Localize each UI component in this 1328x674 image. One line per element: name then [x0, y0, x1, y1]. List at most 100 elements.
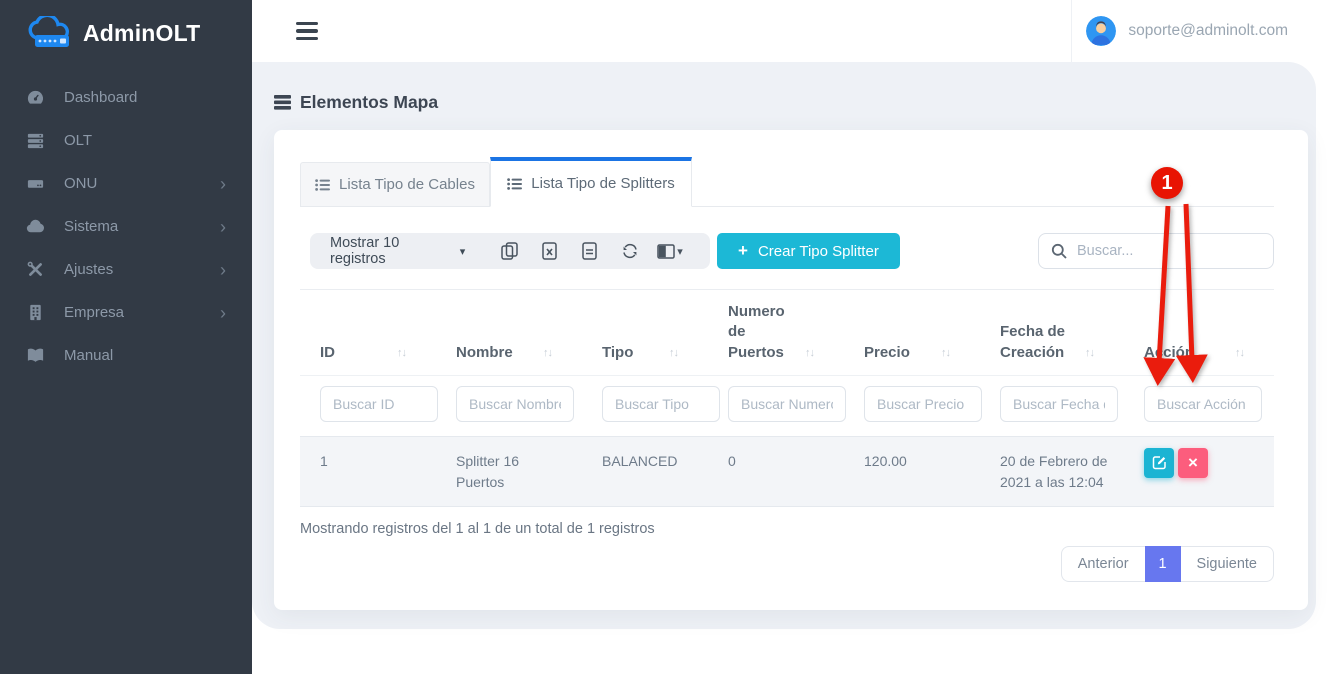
page-title: Elementos Mapa	[274, 92, 438, 113]
sort-icon[interactable]: ↑↓	[543, 346, 552, 363]
tab-label: Lista Tipo de Cables	[339, 176, 475, 193]
pagination-previous-button[interactable]: Anterior	[1061, 546, 1145, 582]
sidebar-item-label: Manual	[64, 347, 226, 364]
brand-logo[interactable]: AdminOLT	[0, 0, 252, 50]
filter-fecha-input[interactable]	[1000, 386, 1118, 422]
tab-bar: Lista Tipo de Cables Lista Tipo de Split…	[300, 157, 1274, 207]
caret-down-icon: ▾	[460, 245, 466, 258]
sidebar-item-onu[interactable]: ONU ›	[0, 162, 252, 205]
sort-icon[interactable]: ↑↓	[1085, 346, 1094, 363]
column-header-fecha[interactable]: Fecha de Creación↑↓	[980, 310, 1124, 375]
elements-icon	[274, 95, 291, 110]
refresh-icon[interactable]	[610, 242, 650, 260]
chevron-right-icon: ›	[220, 218, 226, 236]
cell-id: 1	[300, 437, 436, 506]
filter-nombre-input[interactable]	[456, 386, 574, 422]
sidebar-nav: Dashboard OLT ONU › Sistema ›	[0, 76, 252, 377]
create-splitter-label: Crear Tipo Splitter	[758, 243, 879, 260]
columns-icon[interactable]: ▾	[650, 244, 690, 259]
toolbar-group: Mostrar 10 registros ▾	[310, 233, 710, 269]
excel-file-icon[interactable]	[529, 242, 569, 260]
user-email: soporte@adminolt.com	[1128, 22, 1288, 40]
building-icon	[25, 303, 45, 323]
column-header-puertos[interactable]: Numero de Puertos↑↓	[708, 290, 844, 375]
chevron-right-icon: ›	[220, 261, 226, 279]
sidebar-item-dashboard[interactable]: Dashboard	[0, 76, 252, 119]
filter-accion-input[interactable]	[1144, 386, 1262, 422]
chevron-right-icon: ›	[220, 304, 226, 322]
document-icon[interactable]	[570, 242, 610, 260]
filter-puertos-input[interactable]	[728, 386, 846, 422]
sidebar-item-label: Sistema	[64, 218, 220, 235]
annotation-badge-1: 1	[1151, 167, 1183, 199]
cell-precio: 120.00	[844, 437, 980, 506]
close-x-icon: ×	[1188, 454, 1198, 471]
edit-pencil-icon	[1152, 455, 1167, 470]
cell-nombre: Splitter 16 Puertos	[436, 437, 582, 506]
cell-tipo: BALANCED	[582, 437, 708, 506]
cell-puertos: 0	[708, 437, 844, 506]
main-area: soporte@adminolt.com Elementos Mapa List	[252, 0, 1328, 674]
tab-lista-tipo-splitters[interactable]: Lista Tipo de Splitters	[490, 157, 692, 207]
sort-icon[interactable]: ↑↓	[1235, 346, 1244, 363]
search-input[interactable]	[1077, 243, 1264, 259]
user-menu[interactable]: soporte@adminolt.com	[1071, 0, 1328, 62]
filter-id-input[interactable]	[320, 386, 438, 422]
sort-icon[interactable]: ↑↓	[397, 346, 406, 363]
search-icon	[1051, 243, 1067, 259]
chevron-right-icon: ›	[220, 175, 226, 193]
list-icon	[507, 178, 522, 190]
column-header-precio[interactable]: Precio↑↓	[844, 331, 980, 375]
delete-button[interactable]: ×	[1178, 448, 1208, 478]
sidebar-item-ajustes[interactable]: Ajustes ›	[0, 248, 252, 291]
filter-tipo-input[interactable]	[602, 386, 720, 422]
show-entries-dropdown[interactable]: Mostrar 10 registros ▾	[330, 235, 465, 267]
sidebar-item-label: ONU	[64, 175, 220, 192]
edit-button[interactable]	[1144, 448, 1174, 478]
table-header-row: ID↑↓ Nombre↑↓ Tipo↑↓ Numero de Puertos↑↓…	[300, 289, 1274, 376]
app-window: AdminOLT Dashboard OLT ONU ›	[0, 0, 1328, 674]
column-header-id[interactable]: ID↑↓	[300, 331, 436, 375]
device-icon	[25, 174, 45, 194]
pagination-next-button[interactable]: Siguiente	[1181, 546, 1274, 582]
pagination-page-1[interactable]: 1	[1145, 546, 1181, 582]
list-icon	[315, 179, 330, 191]
sidebar-item-label: OLT	[64, 132, 226, 149]
column-header-nombre[interactable]: Nombre↑↓	[436, 331, 582, 375]
top-header: soporte@adminolt.com	[252, 0, 1328, 62]
sort-icon[interactable]: ↑↓	[669, 346, 678, 363]
cloud-icon	[25, 217, 45, 237]
sidebar-item-empresa[interactable]: Empresa ›	[0, 291, 252, 334]
sidebar-item-label: Ajustes	[64, 261, 220, 278]
sort-icon[interactable]: ↑↓	[805, 346, 814, 363]
sidebar: AdminOLT Dashboard OLT ONU ›	[0, 0, 252, 674]
table-row: 1 Splitter 16 Puertos BALANCED 0 120.00 …	[300, 436, 1274, 507]
hamburger-menu-icon[interactable]	[296, 22, 318, 40]
sidebar-item-sistema[interactable]: Sistema ›	[0, 205, 252, 248]
tab-lista-tipo-cables[interactable]: Lista Tipo de Cables	[300, 162, 490, 206]
show-entries-label: Mostrar 10 registros	[330, 235, 453, 267]
content-card: Lista Tipo de Cables Lista Tipo de Split…	[274, 130, 1308, 610]
page-title-text: Elementos Mapa	[300, 92, 438, 113]
sort-icon[interactable]: ↑↓	[941, 346, 950, 363]
sidebar-item-manual[interactable]: Manual	[0, 334, 252, 377]
cell-fecha: 20 de Febrero de 2021 a las 12:04	[980, 437, 1124, 506]
sidebar-item-label: Dashboard	[64, 89, 226, 106]
avatar	[1086, 16, 1116, 46]
caret-down-icon: ▾	[677, 245, 683, 258]
create-splitter-button[interactable]: + Crear Tipo Splitter	[717, 233, 900, 269]
table-filter-row	[300, 376, 1274, 436]
copy-icon[interactable]	[489, 242, 529, 260]
cloud-router-logo-icon	[28, 16, 74, 50]
gauge-icon	[25, 88, 45, 108]
search-box	[1038, 233, 1274, 269]
book-icon	[25, 346, 45, 366]
column-header-accion[interactable]: Acción↑↓	[1124, 331, 1274, 375]
server-stack-icon	[25, 131, 45, 151]
sidebar-item-olt[interactable]: OLT	[0, 119, 252, 162]
content-panel: Elementos Mapa Lista Tipo de Cables	[252, 62, 1316, 629]
column-header-tipo[interactable]: Tipo↑↓	[582, 331, 708, 375]
cell-actions: ×	[1124, 437, 1274, 506]
table-footer: Mostrando registros del 1 al 1 de un tot…	[300, 521, 1274, 582]
filter-precio-input[interactable]	[864, 386, 982, 422]
